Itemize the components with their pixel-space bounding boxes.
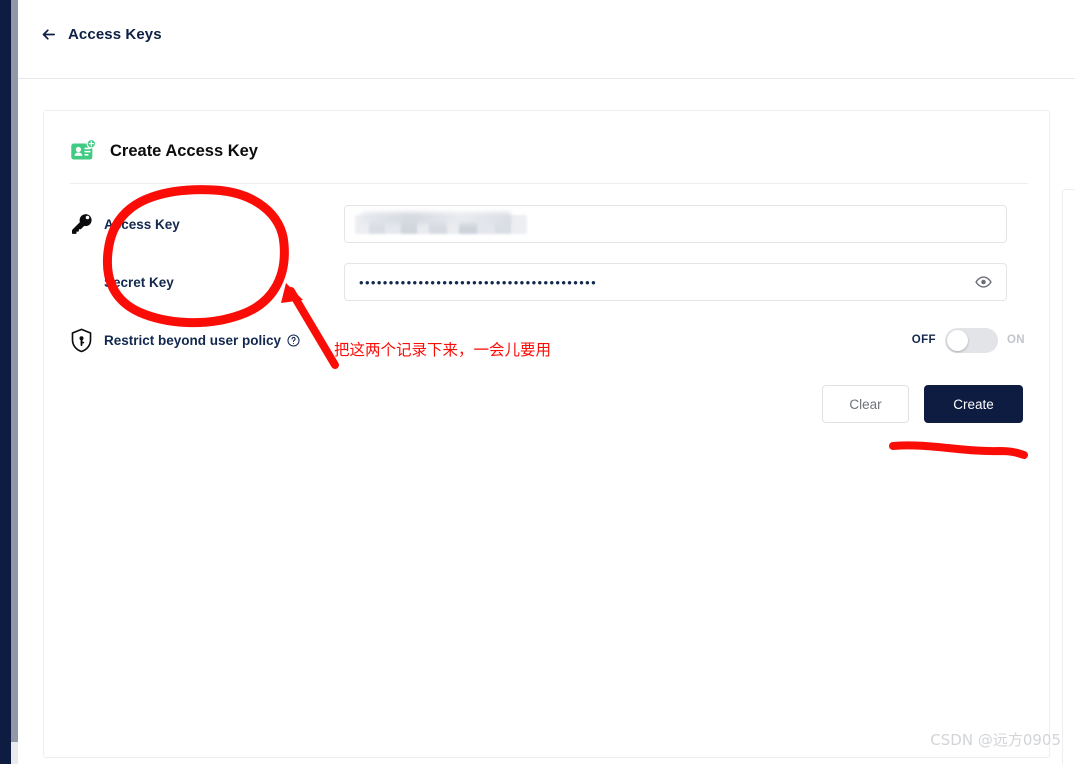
toggle-knob — [946, 329, 968, 351]
toggle-on-label: ON — [1006, 334, 1025, 346]
create-access-key-card: Create Access Key Access Key Secret Key … — [43, 110, 1050, 758]
access-key-label: Access Key — [104, 217, 344, 232]
secret-key-input[interactable]: •••••••••••••••••••••••••••••••••••••••• — [344, 263, 1007, 301]
access-key-icon-slot — [70, 212, 104, 236]
eye-icon[interactable] — [975, 274, 992, 291]
card-title: Create Access Key — [110, 142, 258, 160]
toggle-off-label: OFF — [911, 334, 936, 346]
access-key-label-text: Access Key — [104, 216, 180, 232]
card-header: Create Access Key — [70, 138, 258, 165]
clear-button[interactable]: Clear — [822, 385, 909, 423]
left-nav-rail — [0, 0, 11, 764]
restrict-policy-toggle-group: OFF ON — [912, 311, 1025, 369]
restrict-policy-label-text: Restrict beyond user policy — [104, 332, 282, 348]
card-actions: Clear Create — [822, 385, 1023, 423]
access-key-input[interactable] — [344, 205, 1007, 243]
access-key-row: Access Key — [44, 195, 1051, 253]
page-title: Access Keys — [68, 26, 162, 43]
shield-key-icon — [71, 328, 92, 352]
id-card-add-icon — [71, 138, 97, 160]
access-key-value-blurred — [355, 214, 527, 234]
content-area: Create Access Key Access Key Secret Key … — [18, 79, 1075, 764]
secret-key-row: Secret Key •••••••••••••••••••••••••••••… — [44, 253, 1051, 311]
page-scrollbar[interactable] — [11, 0, 18, 742]
help-panel: Create Access Key Access Keys Access Key… — [1062, 189, 1075, 764]
restrict-policy-toggle[interactable] — [944, 327, 998, 353]
card-divider — [70, 183, 1028, 184]
page-scrollbar-track[interactable] — [11, 742, 18, 764]
restrict-icon-slot — [70, 328, 104, 353]
back-navigation[interactable]: Access Keys — [40, 26, 162, 43]
top-bar: Access Keys — [18, 0, 1075, 79]
arrow-left-icon — [42, 29, 56, 40]
question-circle-icon[interactable] — [287, 333, 300, 347]
restrict-policy-label: Restrict beyond user policy — [104, 333, 344, 348]
annotation-note: 把这两个记录下来，一会儿要用 — [334, 341, 552, 359]
secret-key-label: Secret Key — [104, 275, 344, 290]
key-icon — [72, 214, 92, 234]
access-key-field-slot — [344, 205, 1051, 243]
secret-key-value: •••••••••••••••••••••••••••••••••••••••• — [359, 274, 598, 290]
secret-key-field-slot: •••••••••••••••••••••••••••••••••••••••• — [344, 263, 1051, 301]
app-root: Access Keys Create Access Key Access Key… — [0, 0, 1075, 764]
secret-key-label-text: Secret Key — [104, 274, 174, 290]
create-button[interactable]: Create — [924, 385, 1023, 423]
watermark: CSDN @远方0905 — [930, 731, 1061, 749]
